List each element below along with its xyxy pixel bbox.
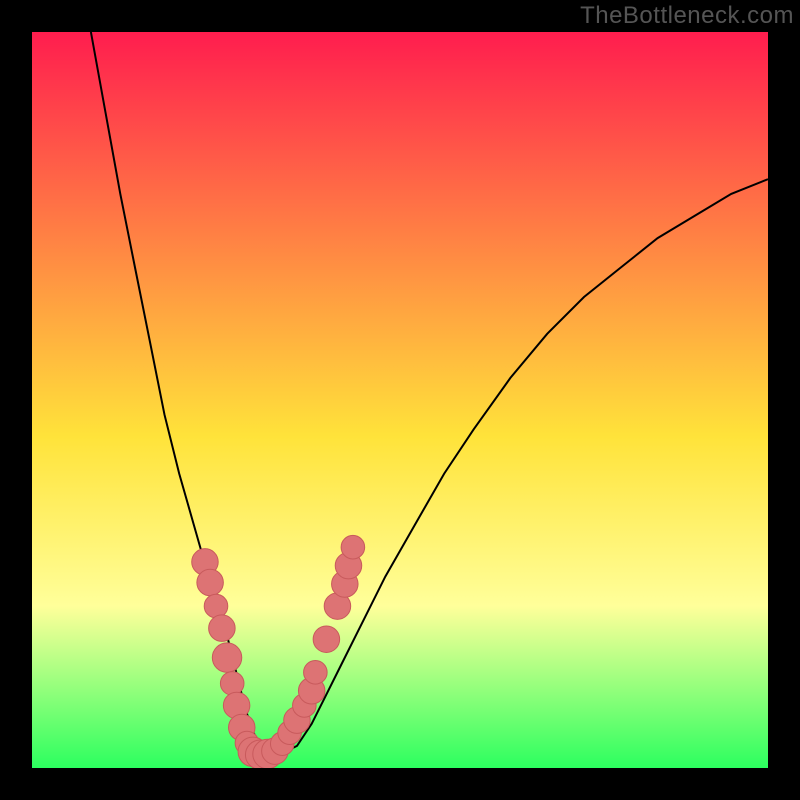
data-dot xyxy=(197,569,223,595)
data-dot xyxy=(209,615,235,641)
attribution-text: TheBottleneck.com xyxy=(580,4,794,28)
data-dot xyxy=(220,672,244,696)
data-dot xyxy=(313,626,339,652)
chart-svg xyxy=(32,32,768,768)
data-dot xyxy=(304,661,328,685)
plot-area xyxy=(32,32,768,768)
data-dot xyxy=(341,535,365,559)
gradient-bg xyxy=(32,32,768,768)
data-dot xyxy=(204,594,228,618)
chart-frame: TheBottleneck.com xyxy=(0,0,800,800)
data-dot xyxy=(212,643,241,672)
